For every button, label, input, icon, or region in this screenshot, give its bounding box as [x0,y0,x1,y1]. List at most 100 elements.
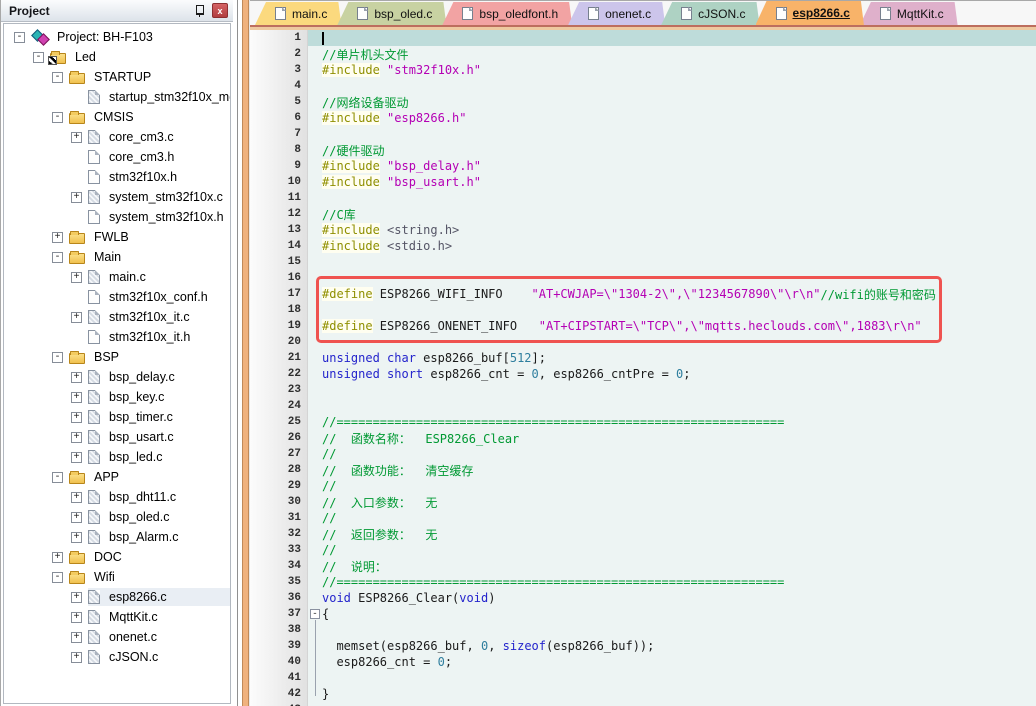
code-line-40[interactable]: 40 esp8266_cnt = 0; [250,654,1036,670]
expand-icon[interactable]: + [71,612,82,623]
fold-collapse-icon[interactable]: - [310,609,320,619]
code-line-41[interactable]: 41 [250,670,1036,686]
tree-item-MqttKit.c[interactable]: +MqttKit.c [4,607,230,627]
tree-item-FWLB[interactable]: +FWLB [4,227,230,247]
code-line-32[interactable]: 32// 返回参数： 无 [250,526,1036,542]
tree-item-Main[interactable]: -Main [4,247,230,267]
code-line-12[interactable]: 12//C库 [250,206,1036,222]
code-line-4[interactable]: 4 [250,78,1036,94]
tree-item-core_cm3.h[interactable]: -core_cm3.h [4,147,230,167]
code-line-25[interactable]: 25//====================================… [250,414,1036,430]
code-line-6[interactable]: 6#include "esp8266.h" [250,110,1036,126]
code-line-22[interactable]: 22unsigned short esp8266_cnt = 0, esp826… [250,366,1036,382]
expand-icon[interactable]: + [71,412,82,423]
code-line-15[interactable]: 15 [250,254,1036,270]
tree-item-bsp_oled.c[interactable]: +bsp_oled.c [4,507,230,527]
expand-icon[interactable]: + [71,432,82,443]
code-line-13[interactable]: 13#include <string.h> [250,222,1036,238]
tree-item-bsp_led.c[interactable]: +bsp_led.c [4,447,230,467]
code-line-28[interactable]: 28// 函数功能： 清空缓存 [250,462,1036,478]
code-line-21[interactable]: 21unsigned char esp8266_buf[512]; [250,350,1036,366]
tab-bsp_oled.c[interactable]: bsp_oled.c [337,2,446,25]
code-line-43[interactable]: 43 [250,702,1036,706]
expand-icon[interactable]: + [71,272,82,283]
panel-splitter[interactable] [233,0,250,706]
tree-item-onenet.c[interactable]: +onenet.c [4,627,230,647]
code-line-5[interactable]: 5//网络设备驱动 [250,94,1036,110]
expand-icon[interactable]: + [71,532,82,543]
tree-item-system_stm32f10x.c[interactable]: +system_stm32f10x.c [4,187,230,207]
tree-item-esp8266.c[interactable]: +esp8266.c [4,587,230,607]
collapse-icon[interactable]: - [52,72,63,83]
collapse-icon[interactable]: - [33,52,44,63]
collapse-icon[interactable]: - [52,112,63,123]
tree-item-startup_stm32f10x_md.s[interactable]: -startup_stm32f10x_md.s [4,87,230,107]
code-line-33[interactable]: 33// [250,542,1036,558]
expand-icon[interactable]: + [52,552,63,563]
code-editor[interactable]: 12//单片机头文件3#include "stm32f10x.h"45//网络设… [250,30,1036,706]
code-line-27[interactable]: 27// [250,446,1036,462]
code-line-30[interactable]: 30// 入口参数： 无 [250,494,1036,510]
tree-item-CMSIS[interactable]: -CMSIS [4,107,230,127]
expand-icon[interactable]: + [71,312,82,323]
collapse-icon[interactable]: - [52,252,63,263]
tab-onenet.c[interactable]: onenet.c [568,2,665,25]
tree-item-Project: BH-F103[interactable]: -Project: BH-F103 [4,27,230,47]
tree-item-main.c[interactable]: +main.c [4,267,230,287]
expand-icon[interactable]: + [71,592,82,603]
close-panel-button[interactable]: x [212,3,228,18]
expand-icon[interactable]: + [71,652,82,663]
collapse-icon[interactable]: - [52,472,63,483]
expand-icon[interactable]: + [71,392,82,403]
code-line-31[interactable]: 31// [250,510,1036,526]
code-line-2[interactable]: 2//单片机头文件 [250,46,1036,62]
tree-item-bsp_usart.c[interactable]: +bsp_usart.c [4,427,230,447]
collapse-icon[interactable]: - [52,572,63,583]
tree-item-bsp_timer.c[interactable]: +bsp_timer.c [4,407,230,427]
code-line-10[interactable]: 10#include "bsp_usart.h" [250,174,1036,190]
tree-item-bsp_dht11.c[interactable]: +bsp_dht11.c [4,487,230,507]
tab-bsp_oledfont.h[interactable]: bsp_oledfont.h [442,2,572,25]
code-line-24[interactable]: 24 [250,398,1036,414]
tree-item-stm32f10x_it.h[interactable]: -stm32f10x_it.h [4,327,230,347]
code-line-34[interactable]: 34// 说明： [250,558,1036,574]
tree-item-stm32f10x_conf.h[interactable]: -stm32f10x_conf.h [4,287,230,307]
tree-item-Led[interactable]: -Led [4,47,230,67]
expand-icon[interactable]: + [52,232,63,243]
pin-icon[interactable] [194,4,205,17]
tree-item-bsp_delay.c[interactable]: +bsp_delay.c [4,367,230,387]
code-line-8[interactable]: 8//硬件驱动 [250,142,1036,158]
collapse-icon[interactable]: - [52,352,63,363]
tree-item-bsp_key.c[interactable]: +bsp_key.c [4,387,230,407]
tree-item-APP[interactable]: -APP [4,467,230,487]
tree-item-system_stm32f10x.h[interactable]: -system_stm32f10x.h [4,207,230,227]
tree-item-DOC[interactable]: +DOC [4,547,230,567]
tree-item-stm32f10x.h[interactable]: -stm32f10x.h [4,167,230,187]
code-line-11[interactable]: 11 [250,190,1036,206]
code-line-39[interactable]: 39 memset(esp8266_buf, 0, sizeof(esp8266… [250,638,1036,654]
code-line-1[interactable]: 1 [250,30,1036,46]
code-line-9[interactable]: 9#include "bsp_delay.h" [250,158,1036,174]
code-line-35[interactable]: 35//====================================… [250,574,1036,590]
tab-esp8266.c[interactable]: esp8266.c [756,1,864,25]
tree-item-cJSON.c[interactable]: +cJSON.c [4,647,230,667]
code-line-37[interactable]: 37{ [250,606,1036,622]
tree-item-stm32f10x_it.c[interactable]: +stm32f10x_it.c [4,307,230,327]
expand-icon[interactable]: + [71,492,82,503]
expand-icon[interactable]: + [71,632,82,643]
tree-item-STARTUP[interactable]: -STARTUP [4,67,230,87]
expand-icon[interactable]: + [71,452,82,463]
expand-icon[interactable]: + [71,372,82,383]
tab-cJSON.c[interactable]: cJSON.c [661,2,759,25]
expand-icon[interactable]: + [71,132,82,143]
code-line-36[interactable]: 36void ESP8266_Clear(void) [250,590,1036,606]
code-line-14[interactable]: 14#include <stdio.h> [250,238,1036,254]
code-line-7[interactable]: 7 [250,126,1036,142]
tab-MqttKit.c[interactable]: MqttKit.c [860,2,958,25]
code-line-23[interactable]: 23 [250,382,1036,398]
tree-item-BSP[interactable]: -BSP [4,347,230,367]
code-line-26[interactable]: 26// 函数名称： ESP8266_Clear [250,430,1036,446]
tree-item-bsp_Alarm.c[interactable]: +bsp_Alarm.c [4,527,230,547]
tree-item-Wifi[interactable]: -Wifi [4,567,230,587]
code-line-29[interactable]: 29// [250,478,1036,494]
